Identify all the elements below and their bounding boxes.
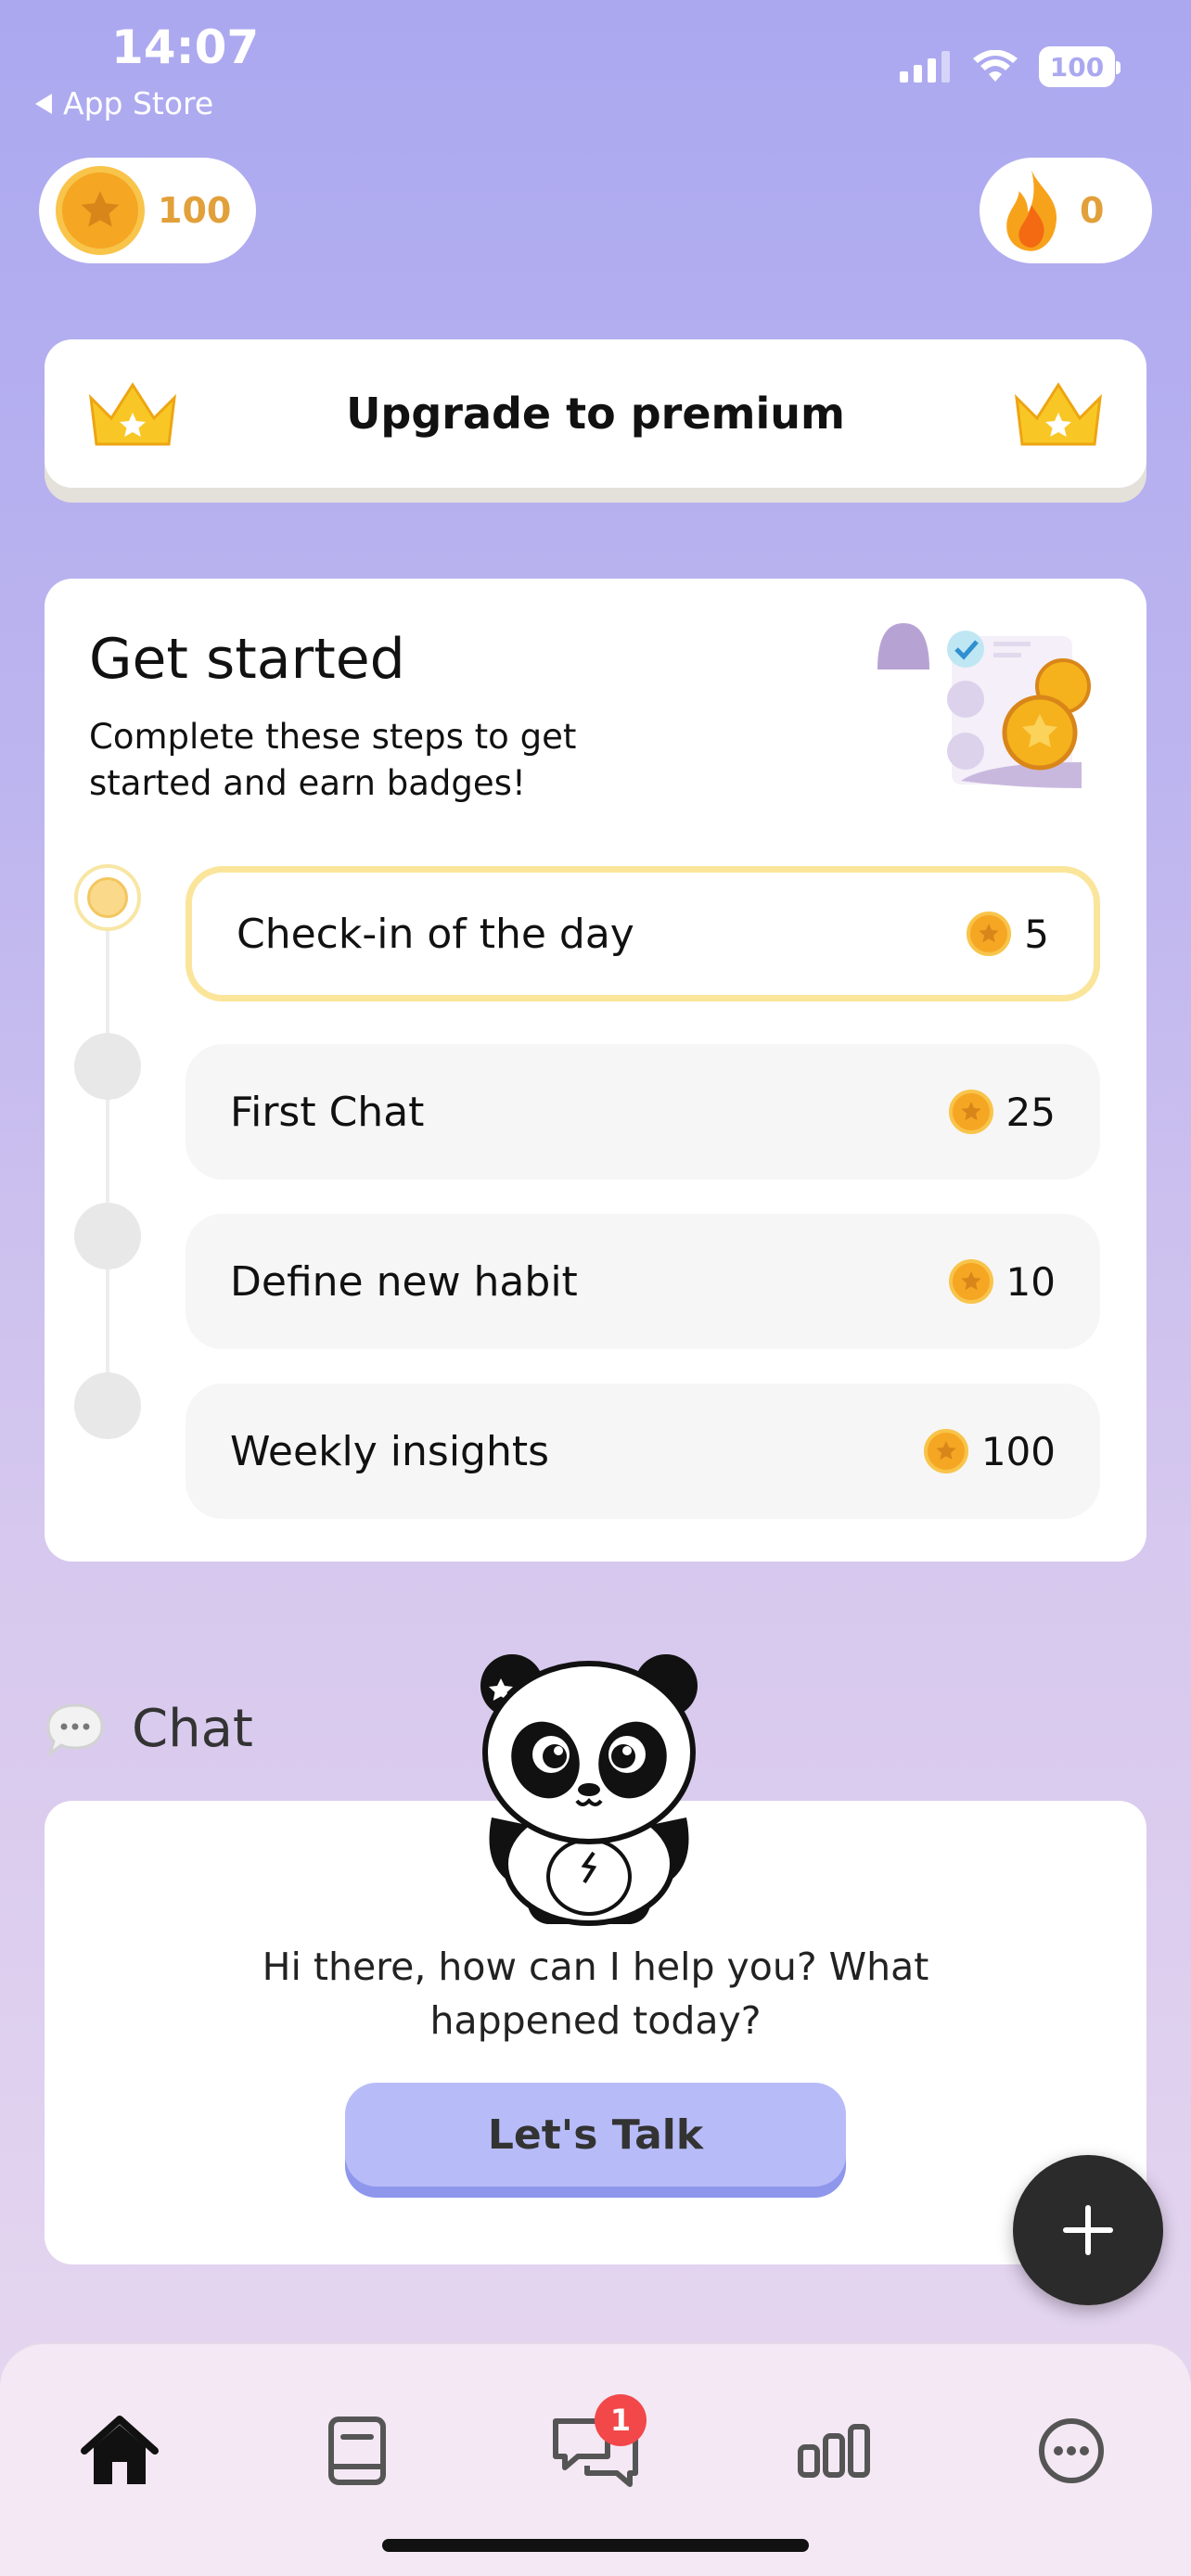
back-to-app-store[interactable]: App Store xyxy=(35,85,213,121)
tab-stats[interactable] xyxy=(783,2400,885,2502)
more-icon xyxy=(1039,2418,1104,2483)
status-icons: 100 xyxy=(900,46,1121,87)
step-reward: 25 xyxy=(948,1089,1056,1135)
lets-talk-button[interactable]: Let's Talk xyxy=(345,2083,846,2187)
get-started-card: Get started Complete these steps to get … xyxy=(45,579,1146,1562)
reward-value: 100 xyxy=(980,1428,1056,1474)
step-label: Define new habit xyxy=(230,1257,578,1306)
get-started-title: Get started xyxy=(89,627,405,692)
status-time: 14:07 xyxy=(111,20,260,74)
wifi-icon xyxy=(973,50,1018,82)
back-arrow-icon xyxy=(35,93,52,114)
chat-greeting: Hi there, how can I help you? What happe… xyxy=(262,1945,929,2043)
tab-more[interactable] xyxy=(1020,2400,1122,2502)
step-define-habit[interactable]: Define new habit 10 xyxy=(186,1214,1100,1349)
back-label: App Store xyxy=(63,85,214,121)
steps-timeline xyxy=(106,922,109,1413)
signal-icon xyxy=(900,51,950,83)
chat-section-header: Chat xyxy=(45,1699,253,1759)
chat-section-title: Chat xyxy=(132,1699,253,1759)
checklist-coins-illustration xyxy=(877,623,1091,788)
speech-bubble-icon xyxy=(46,1702,104,1757)
crown-icon xyxy=(88,382,177,446)
tab-home[interactable] xyxy=(69,2400,171,2502)
step-weekly-insights[interactable]: Weekly insights 100 xyxy=(186,1384,1100,1519)
home-icon xyxy=(81,2416,159,2484)
home-indicator xyxy=(382,2539,809,2552)
panda-mascot xyxy=(480,1654,698,1926)
step-indicator-active xyxy=(74,864,141,931)
step-reward: 100 xyxy=(923,1428,1056,1474)
coin-icon xyxy=(56,166,145,255)
step-first-chat[interactable]: First Chat 25 xyxy=(186,1044,1100,1180)
streak-count: 0 xyxy=(1080,190,1105,231)
flame-icon xyxy=(1006,170,1057,251)
crown-icon xyxy=(1014,382,1103,446)
tab-journal[interactable] xyxy=(306,2400,408,2502)
coin-icon xyxy=(948,1090,993,1134)
journal-icon xyxy=(328,2417,386,2485)
step-reward: 10 xyxy=(948,1258,1056,1305)
get-started-subtitle: Complete these steps to get started and … xyxy=(89,717,577,803)
streak-counter[interactable]: 0 xyxy=(980,158,1152,263)
coin-count: 100 xyxy=(158,190,232,231)
reward-value: 5 xyxy=(1024,911,1049,957)
stats-icon xyxy=(798,2424,870,2478)
chat-notification-badge: 1 xyxy=(595,2394,647,2446)
step-label: First Chat xyxy=(230,1088,425,1136)
coin-icon xyxy=(948,1259,993,1304)
reward-value: 10 xyxy=(1005,1258,1056,1305)
upgrade-premium-banner[interactable]: Upgrade to premium xyxy=(45,339,1146,488)
step-check-in[interactable]: Check-in of the day 5 xyxy=(186,866,1100,1001)
step-indicator xyxy=(74,1372,141,1439)
plus-icon xyxy=(1063,2205,1113,2255)
battery-indicator: 100 xyxy=(1039,46,1121,87)
step-indicator xyxy=(74,1203,141,1269)
add-button[interactable] xyxy=(1013,2155,1163,2305)
upgrade-label: Upgrade to premium xyxy=(346,389,845,439)
step-label: Weekly insights xyxy=(230,1427,550,1475)
step-indicator xyxy=(74,1033,141,1100)
tab-chat[interactable]: 1 xyxy=(544,2394,647,2502)
coin-icon xyxy=(967,912,1012,956)
coin-icon xyxy=(923,1429,968,1473)
reward-value: 25 xyxy=(1005,1089,1056,1135)
coin-counter[interactable]: 100 xyxy=(39,158,256,263)
step-label: Check-in of the day xyxy=(237,910,634,958)
step-reward: 5 xyxy=(967,912,1049,957)
